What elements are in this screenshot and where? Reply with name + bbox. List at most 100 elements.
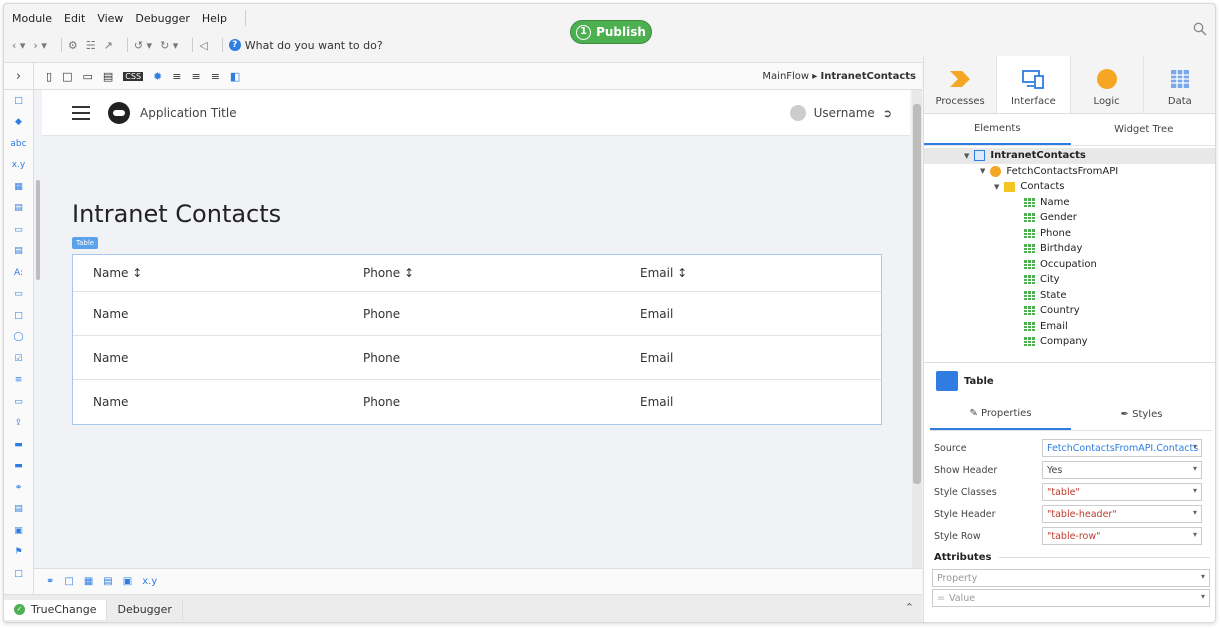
layout-icon[interactable]: ◧ (230, 70, 240, 83)
tab-processes[interactable]: Processes (924, 56, 998, 113)
redo-icon[interactable]: ↻ ▾ (160, 39, 178, 52)
more-widget-icon[interactable]: □ (4, 563, 33, 585)
block-widget-icon[interactable]: ▤ (4, 241, 33, 263)
user-info[interactable]: Username ➲ (789, 105, 892, 121)
dropdown-widget-icon[interactable]: ▭ (4, 391, 33, 413)
rows-icon[interactable]: ▤ (103, 576, 112, 587)
tab-properties[interactable]: ✎ Properties (930, 399, 1071, 430)
canvas-scrollbar[interactable] (912, 90, 922, 568)
show-header-select[interactable]: Yes (1042, 461, 1202, 479)
menu-view[interactable]: View (97, 12, 123, 25)
tab-styles[interactable]: ✒ Styles (1071, 399, 1212, 430)
tree-attribute[interactable]: Email (924, 319, 1215, 335)
input-widget-icon[interactable]: ▭ (4, 284, 33, 306)
menu-edit[interactable]: Edit (64, 12, 85, 25)
screens-icon[interactable]: ▤ (103, 70, 113, 83)
radio-widget-icon[interactable]: ≡ (4, 370, 33, 392)
screen-canvas[interactable]: Application Title Username ➲ Intranet Co… (34, 90, 922, 568)
tab-widget-tree[interactable]: Widget Tree (1071, 114, 1216, 145)
tab-interface[interactable]: Interface (997, 56, 1071, 113)
xy-label[interactable]: x.y (142, 576, 157, 587)
table-row[interactable]: Name Phone Email (73, 292, 881, 336)
desktop-icon[interactable]: ▭ (82, 70, 92, 83)
tree-attribute[interactable]: Phone (924, 226, 1215, 242)
search-icon[interactable] (1193, 22, 1207, 36)
collapse-icon[interactable]: ▼ (980, 167, 985, 175)
menu-debugger[interactable]: Debugger (135, 12, 189, 25)
list-widget-icon[interactable]: ▤ (4, 499, 33, 521)
menu-help[interactable]: Help (202, 12, 227, 25)
contacts-table[interactable]: Name ↕ Phone ↕ Email ↕ Name Phone Email … (72, 254, 882, 425)
debug-icon[interactable]: ☵ (86, 39, 96, 52)
header-phone[interactable]: Phone ↕ (363, 266, 414, 280)
tree-attribute[interactable]: Country (924, 303, 1215, 319)
align-left-icon[interactable]: ≡ (172, 70, 181, 83)
link-icon[interactable]: ⚭ (46, 576, 54, 587)
label-widget-icon[interactable]: A: (4, 262, 33, 284)
tree-attribute[interactable]: Birthday (924, 241, 1215, 257)
page-title[interactable]: Intranet Contacts (72, 200, 281, 228)
settings-icon[interactable]: ⚙ (68, 39, 78, 52)
tree-attribute[interactable]: Name (924, 195, 1215, 211)
upload-widget-icon[interactable]: ⇪ (4, 413, 33, 435)
textarea-widget-icon[interactable]: □ (4, 305, 33, 327)
announce-icon[interactable]: ◁ (199, 39, 207, 52)
rail-scrollbar[interactable] (36, 180, 40, 280)
toggle-widget-icon[interactable]: ▬ (4, 434, 33, 456)
header-email[interactable]: Email ↕ (640, 266, 687, 280)
tree-node-screen[interactable]: ▼ IntranetContacts (924, 148, 1215, 164)
button-widget-icon[interactable]: ▭ (4, 219, 33, 241)
collapse-icon[interactable]: ▼ (964, 152, 969, 160)
source-select[interactable]: FetchContactsFromAPI.Contacts (1042, 439, 1202, 457)
table-row[interactable]: Name Phone Email (73, 336, 881, 380)
tree-attribute[interactable]: Occupation (924, 257, 1215, 273)
phone-portrait-icon[interactable]: ▯ (46, 70, 52, 83)
tab-truechange[interactable]: ✓ TrueChange (4, 599, 108, 620)
align-right-icon[interactable]: ≡ (211, 70, 220, 83)
tree-attribute[interactable]: Gender (924, 210, 1215, 226)
scroll-thumb[interactable] (913, 104, 921, 484)
chevron-up-icon[interactable]: ⌃ (905, 601, 914, 614)
ask-box[interactable]: ? What do you want to do? (228, 39, 383, 52)
checkbox-widget-icon[interactable]: ☑ (4, 348, 33, 370)
if-widget-icon[interactable]: ◆ (4, 112, 33, 134)
menu-module[interactable]: Module (12, 12, 52, 25)
expression-widget-icon[interactable]: x.y (4, 155, 33, 177)
table-widget-icon[interactable]: ▦ (4, 176, 33, 198)
header-name[interactable]: Name ↕ (93, 266, 142, 280)
undo-icon[interactable]: ↺ ▾ (134, 39, 152, 52)
step-icon[interactable]: ↗ (104, 39, 113, 52)
text-widget-icon[interactable]: abc (4, 133, 33, 155)
value-field[interactable]: = Value (932, 589, 1210, 607)
link-widget-icon[interactable]: ⚭ (4, 477, 33, 499)
publish-button[interactable]: 1 Publish (570, 20, 652, 44)
menu-icon[interactable] (72, 105, 90, 120)
style-classes-field[interactable]: "table" (1042, 483, 1202, 501)
switch-widget-icon[interactable]: ◯ (4, 327, 33, 349)
property-select[interactable]: Property (932, 569, 1210, 587)
tab-data[interactable]: Data (1143, 56, 1215, 113)
frame-icon[interactable]: □ (64, 576, 73, 587)
tree-attribute[interactable]: Company (924, 334, 1215, 350)
style-header-field[interactable]: "table-header" (1042, 505, 1202, 523)
tree-node-list[interactable]: ▼ Contacts (924, 179, 1215, 195)
back-icon[interactable]: ‹ ▾ (12, 39, 25, 52)
tablet-icon[interactable]: □ (62, 70, 72, 83)
style-row-field[interactable]: "table-row" (1042, 527, 1202, 545)
tab-debugger[interactable]: Debugger (107, 599, 183, 620)
box-icon[interactable]: ▣ (123, 576, 132, 587)
table-row[interactable]: Name Phone Email (73, 380, 881, 424)
align-center-icon[interactable]: ≡ (191, 70, 200, 83)
forward-icon[interactable]: › ▾ (33, 39, 46, 52)
logout-icon[interactable]: ➲ (883, 107, 892, 120)
progress-widget-icon[interactable]: ▬ (4, 456, 33, 478)
tree-attribute[interactable]: State (924, 288, 1215, 304)
tab-elements[interactable]: Elements (924, 114, 1071, 145)
collapse-icon[interactable]: ▼ (994, 183, 999, 191)
grid-icon[interactable]: ▦ (84, 576, 93, 587)
tree-node-aggregate[interactable]: ▼ FetchContactsFromAPI (924, 164, 1215, 180)
breadcrumb-flow[interactable]: MainFlow (762, 71, 809, 82)
container-widget-icon[interactable]: □ (4, 90, 33, 112)
form-widget-icon[interactable]: ▤ (4, 198, 33, 220)
app-title[interactable]: Application Title (140, 106, 237, 120)
